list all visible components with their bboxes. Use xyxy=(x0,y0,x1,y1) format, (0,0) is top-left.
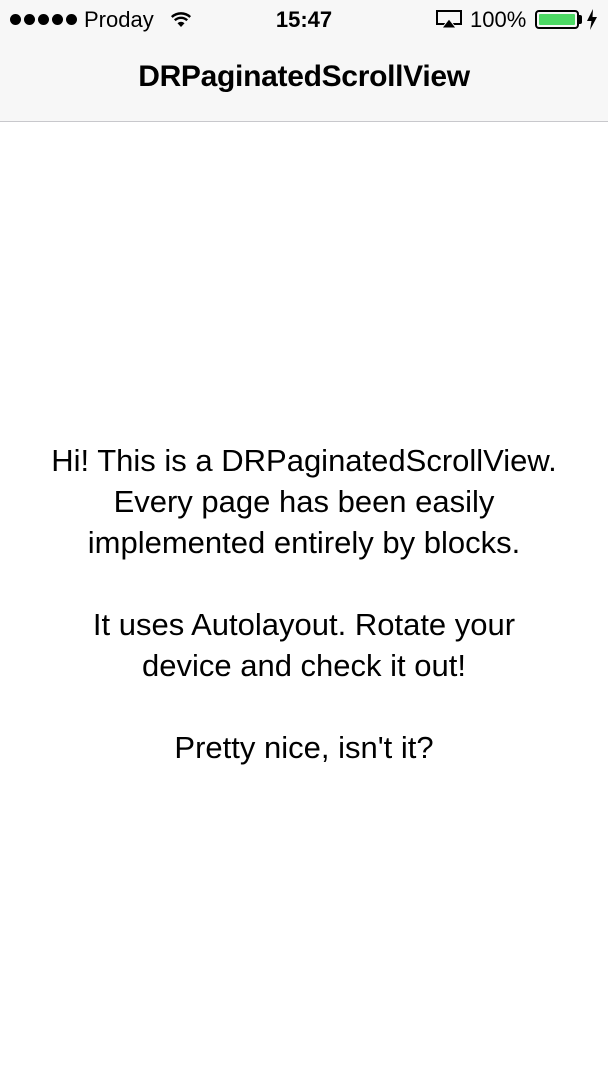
charging-bolt-icon xyxy=(587,9,597,30)
battery-percent: 100% xyxy=(470,7,527,32)
paragraph-closing: Pretty nice, isn't it? xyxy=(20,727,588,768)
battery-icon xyxy=(535,10,579,29)
app-screen: Proday 15:47 100% DRPaginatedScrollView xyxy=(0,0,608,1080)
paragraph-autolayout: It uses Autolayout. Rotate your device a… xyxy=(20,604,588,686)
nav-title: DRPaginatedScrollView xyxy=(138,60,470,93)
text-line: Hi! This is a DRPaginatedScrollView. xyxy=(51,443,557,478)
paragraph-intro: Hi! This is a DRPaginatedScrollView. Eve… xyxy=(20,440,588,563)
top-bar: Proday 15:47 100% DRPaginatedScrollView xyxy=(0,0,608,122)
battery-fill xyxy=(539,14,575,25)
battery-nub xyxy=(579,15,582,24)
page-content: Hi! This is a DRPaginatedScrollView. Eve… xyxy=(20,440,588,768)
airplay-icon xyxy=(436,10,462,29)
text-line: device and check it out! xyxy=(142,648,466,683)
status-bar: Proday 15:47 100% xyxy=(0,0,608,40)
text-line: It uses Autolayout. Rotate your xyxy=(92,607,516,642)
text-line: implemented entirely by blocks. xyxy=(87,525,521,560)
text-line: Pretty nice, isn't it? xyxy=(174,730,434,765)
text-line: Every page has been easily xyxy=(113,484,495,519)
